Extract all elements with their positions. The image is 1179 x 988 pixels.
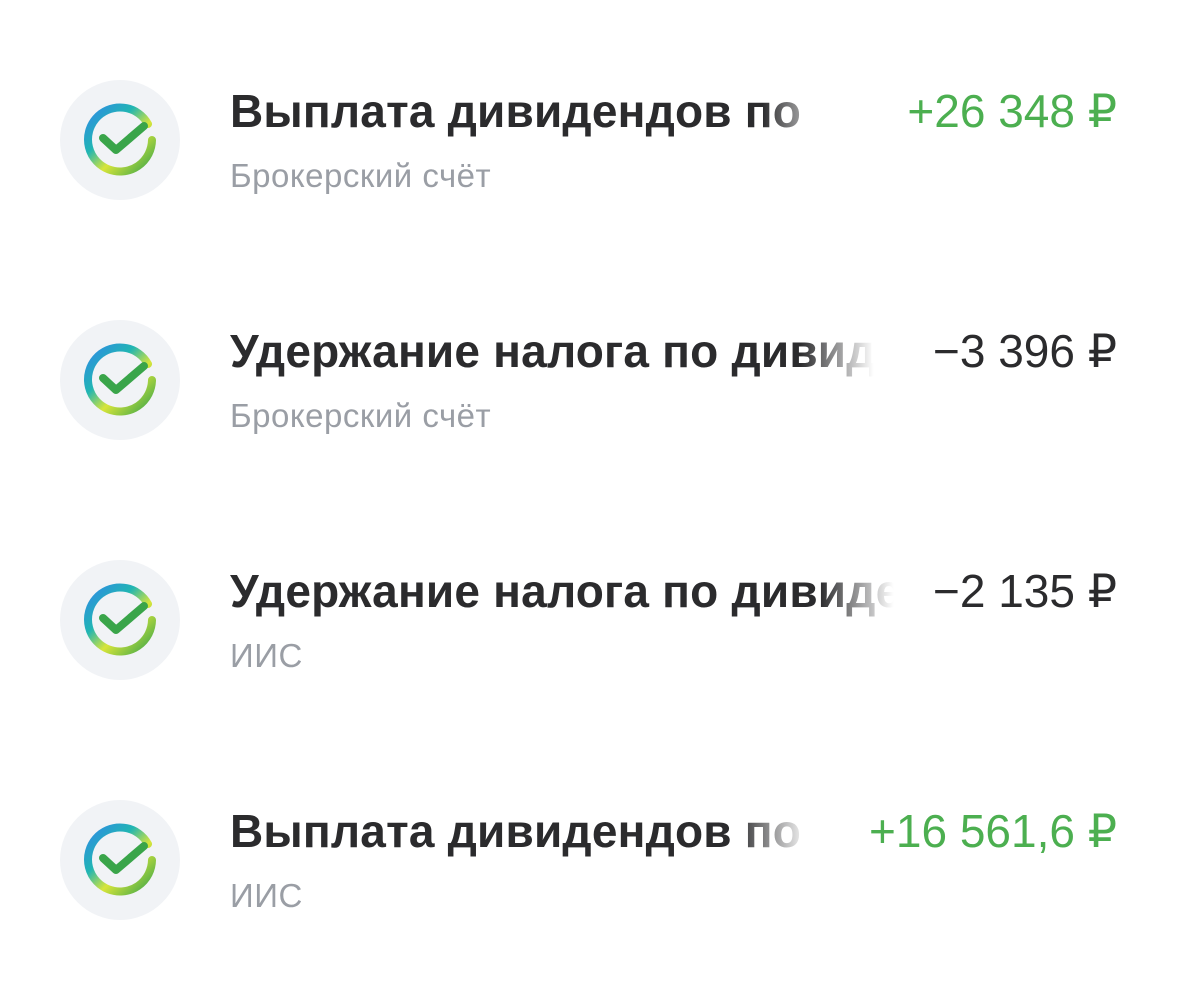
operation-amount: +16 561,6 ₽ <box>869 805 1117 857</box>
operation-account: Брокерский счёт <box>230 157 492 194</box>
title-fade <box>762 82 842 140</box>
sber-logo-icon <box>60 80 180 200</box>
operation-title-container: Удержание налога по дивидендам <box>230 562 900 620</box>
operation-amount: +26 348 ₽ <box>907 85 1117 137</box>
operation-title: Удержание налога по дивидендам <box>230 565 900 617</box>
operation-row[interactable]: Удержание налога по дивидендам ИИС −2 13… <box>0 540 1179 700</box>
operation-title-container: Удержание налога по дивидендам <box>230 322 880 380</box>
operation-account: Брокерский счёт <box>230 397 492 434</box>
operation-title-container: Выплата дивидендов по <box>230 802 815 860</box>
operation-title-container: Выплата дивидендов по <box>230 82 842 140</box>
sber-logo-icon <box>60 800 180 920</box>
operations-list: Выплата дивидендов по Брокерский счёт +2… <box>0 0 1179 988</box>
operation-amount: −3 396 ₽ <box>932 325 1117 377</box>
operation-row[interactable]: Выплата дивидендов по ИИС +16 561,6 ₽ <box>0 780 1179 940</box>
sber-logo-icon <box>60 320 180 440</box>
title-fade <box>800 322 880 380</box>
title-fade <box>820 562 900 620</box>
operation-title: Удержание налога по дивидендам <box>230 325 880 377</box>
operation-title: Выплата дивидендов по <box>230 805 802 857</box>
operation-account: ИИС <box>230 637 303 674</box>
operation-row[interactable]: Выплата дивидендов по Брокерский счёт +2… <box>0 60 1179 220</box>
operation-title: Выплата дивидендов по <box>230 85 802 137</box>
operation-row[interactable]: Удержание налога по дивидендам Брокерски… <box>0 300 1179 460</box>
sber-logo-icon <box>60 560 180 680</box>
operation-amount: −2 135 ₽ <box>932 565 1117 617</box>
title-fade <box>735 802 815 860</box>
operation-account: ИИС <box>230 877 303 914</box>
